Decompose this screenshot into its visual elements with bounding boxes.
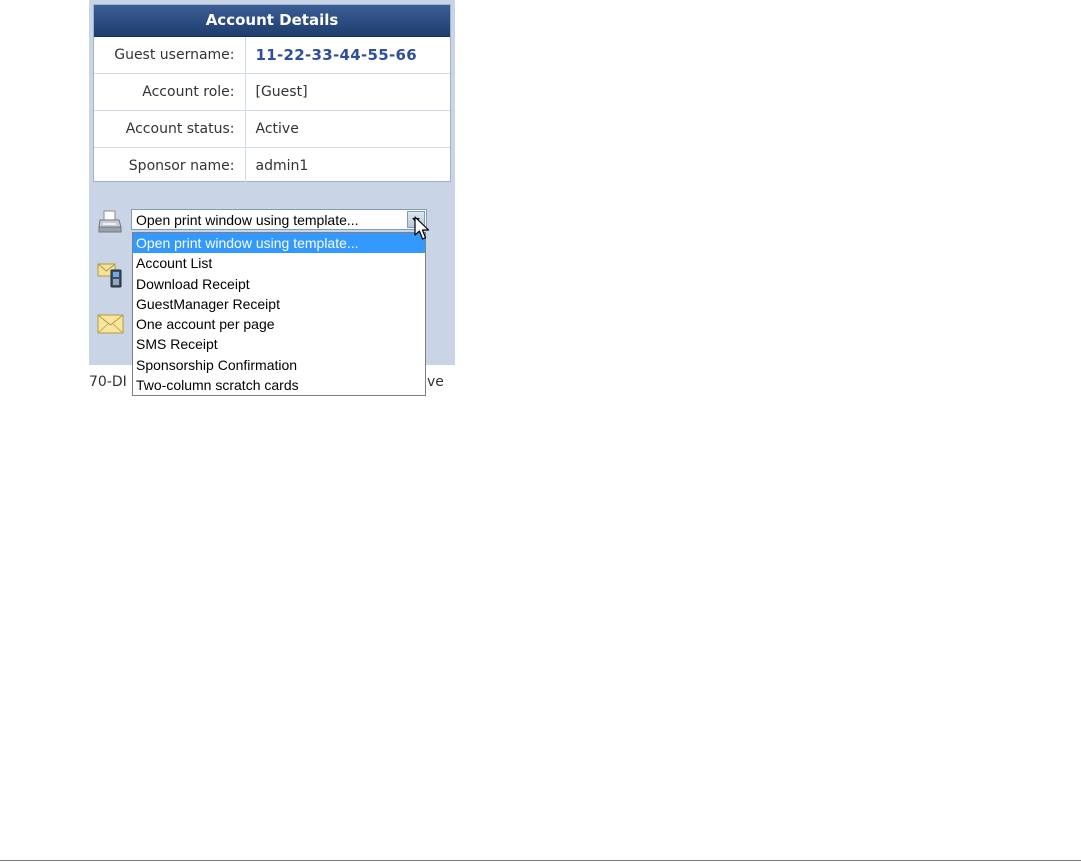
dropdown-option-two-column-scratch-cards[interactable]: Two-column scratch cards <box>133 375 425 395</box>
email-envelope-icon[interactable] <box>97 313 125 335</box>
account-details-table: Guest username: 11-22-33-44-55-66 Accoun… <box>94 37 450 184</box>
account-details-title: Account Details <box>94 5 450 37</box>
table-row: Account role: [Guest] <box>94 73 450 111</box>
sponsor-name-label: Sponsor name: <box>94 147 246 184</box>
printer-icon[interactable] <box>97 209 123 235</box>
account-role-value: [Guest] <box>245 73 450 111</box>
dropdown-option-guestmanager-receipt[interactable]: GuestManager Receipt <box>133 294 425 314</box>
dropdown-option-download-receipt[interactable]: Download Receipt <box>133 274 425 294</box>
partial-row-text-left: 70-DI <box>89 374 127 390</box>
table-row: Sponsor name: admin1 <box>94 147 450 184</box>
print-template-selected-value: Open print window using template... <box>136 212 359 228</box>
print-template-select[interactable]: Open print window using template... <box>131 209 427 230</box>
dropdown-option-sponsorship-confirmation[interactable]: Sponsorship Confirmation <box>133 355 425 375</box>
account-details-card: Account Details Guest username: 11-22-33… <box>93 4 451 184</box>
sms-phone-icon[interactable] <box>97 258 125 288</box>
account-role-label: Account role: <box>94 73 246 111</box>
table-row: Account status: Active <box>94 110 450 148</box>
mouse-cursor-icon <box>414 216 430 240</box>
dropdown-option-account-list[interactable]: Account List <box>133 253 425 273</box>
dropdown-option-one-account-per-page[interactable]: One account per page <box>133 314 425 334</box>
bottom-divider <box>0 860 1081 861</box>
partial-row-text-right: ve <box>427 374 444 390</box>
table-row: Guest username: 11-22-33-44-55-66 <box>94 37 450 74</box>
account-status-label: Account status: <box>94 110 246 148</box>
sponsor-name-value: admin1 <box>255 158 309 174</box>
print-template-dropdown-list: Open print window using template... Acco… <box>132 232 426 396</box>
dropdown-option-sms-receipt[interactable]: SMS Receipt <box>133 334 425 354</box>
account-status-value: Active <box>245 110 450 148</box>
dropdown-option-open-print-window[interactable]: Open print window using template... <box>133 233 425 254</box>
guest-username-label: Guest username: <box>94 37 246 74</box>
guest-username-value: 11-22-33-44-55-66 <box>245 37 450 74</box>
